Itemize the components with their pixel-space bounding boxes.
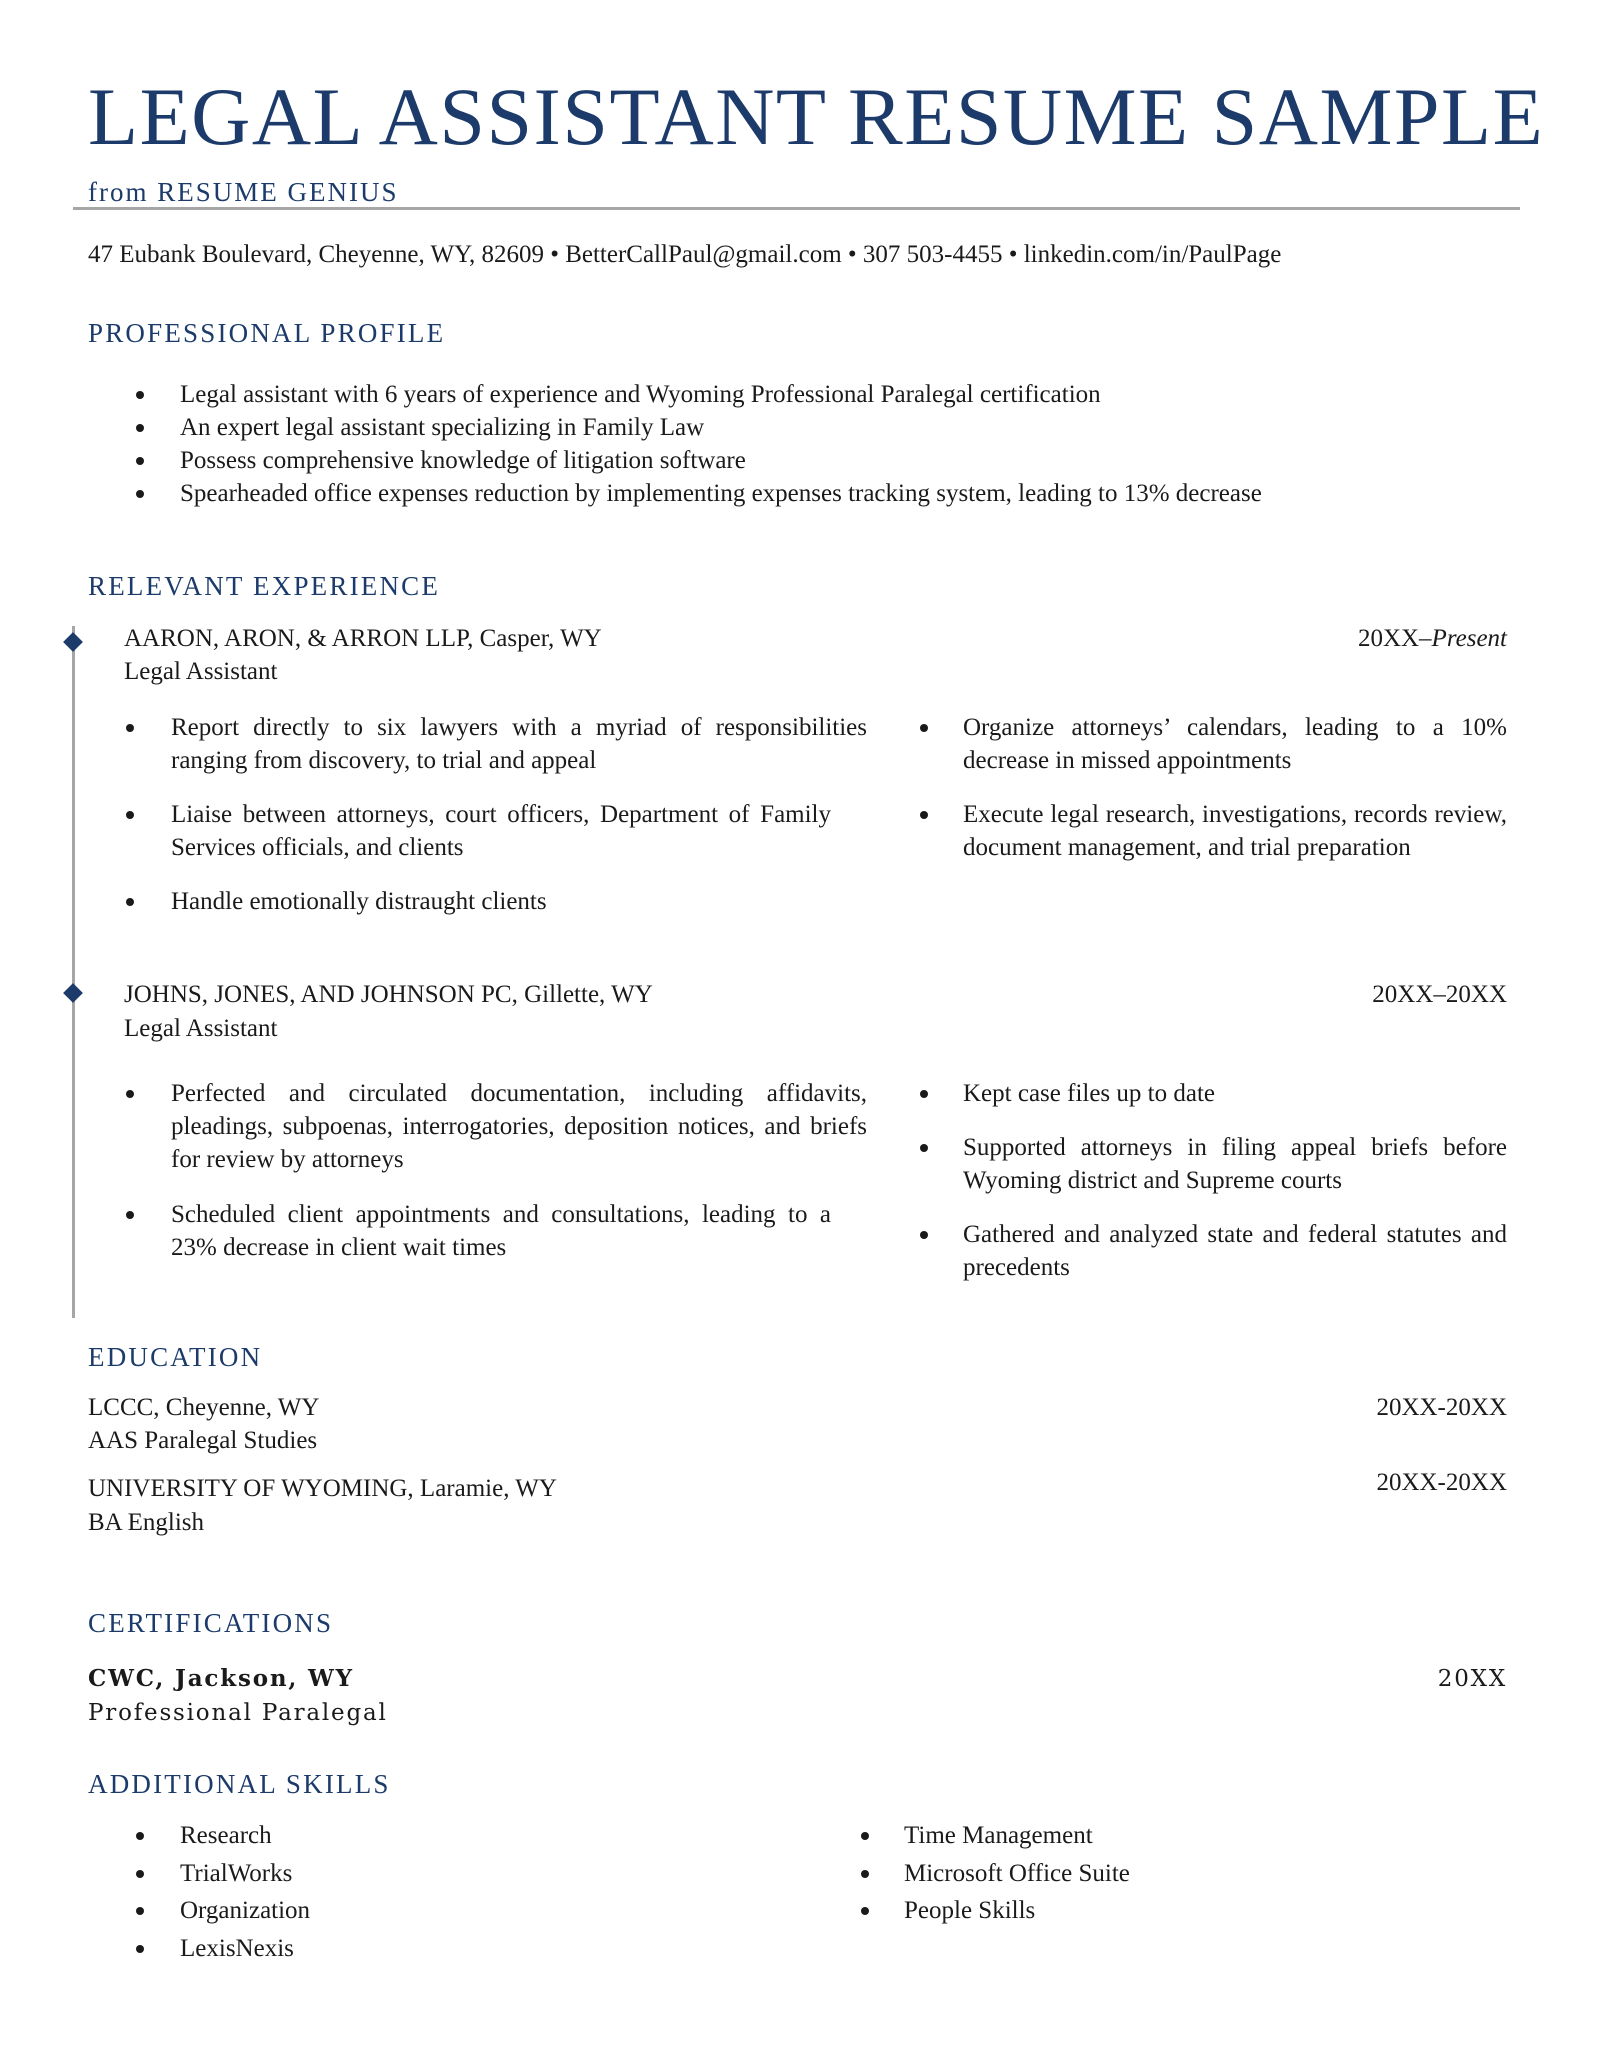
profile-item-text: Possess comprehensive knowledge of litig… bbox=[180, 447, 746, 474]
job-bullet: Liaise between attorneys, court officers… bbox=[171, 801, 831, 861]
job-bullet: Kept case files up to date bbox=[963, 1080, 1215, 1107]
section-heading-experience: RELEVANT EXPERIENCE bbox=[88, 571, 441, 601]
bullet-icon bbox=[126, 1090, 134, 1098]
section-heading-certifications: CERTIFICATIONS bbox=[88, 1608, 334, 1638]
profile-item-text: Spearheaded office expenses reduction by… bbox=[180, 480, 1262, 507]
job-bullet: Handle emotionally distraught clients bbox=[171, 888, 547, 915]
job-role: Legal Assistant bbox=[124, 1015, 278, 1042]
bullet-icon bbox=[136, 391, 144, 399]
skill-item: TrialWorks bbox=[180, 1860, 293, 1887]
bullet-icon bbox=[920, 1144, 928, 1152]
education-date: 20XX-20XX bbox=[1376, 1469, 1507, 1496]
bullet-icon bbox=[136, 1870, 144, 1878]
bullet-icon bbox=[861, 1870, 869, 1878]
skill-item: Microsoft Office Suite bbox=[904, 1860, 1130, 1887]
job-employer: AARON, ARON, & ARRON LLP, Casper, WY bbox=[124, 625, 602, 652]
bullet-icon bbox=[136, 1907, 144, 1915]
job-bullet: Supported attorneys in filing appeal bri… bbox=[963, 1134, 1507, 1194]
profile-item-text: An expert legal assistant specializing i… bbox=[180, 414, 705, 441]
job-bullet: Organize attorneys’ calendars, leading t… bbox=[963, 714, 1507, 774]
contact-line: 47 Eubank Boulevard, Cheyenne, WY, 82609… bbox=[88, 241, 1282, 268]
bullet-icon bbox=[126, 1211, 134, 1219]
job-bullet: Report directly to six lawyers with a my… bbox=[171, 714, 867, 774]
bullet-icon bbox=[136, 1945, 144, 1953]
education-school: UNIVERSITY OF WYOMING, Laramie, WY bbox=[88, 1475, 557, 1502]
bullet-icon bbox=[136, 424, 144, 432]
profile-item-text: Legal assistant with 6 years of experien… bbox=[180, 381, 1101, 408]
job-bullet: Execute legal research, investigations, … bbox=[963, 801, 1507, 861]
job-bullet: Gathered and analyzed state and federal … bbox=[963, 1221, 1507, 1281]
bullet-icon bbox=[861, 1907, 869, 1915]
bullet-icon bbox=[920, 724, 928, 732]
bullet-icon bbox=[126, 811, 134, 819]
job-date-start: 20XX– bbox=[1357, 625, 1432, 652]
bullet-icon bbox=[136, 1832, 144, 1840]
bullet-icon bbox=[136, 490, 144, 498]
bullet-icon bbox=[126, 898, 134, 906]
header-divider bbox=[73, 207, 1520, 210]
skill-item: Organization bbox=[180, 1897, 311, 1924]
certification-date: 20XX bbox=[1437, 1666, 1507, 1692]
job-date: 20XX–20XX bbox=[1372, 981, 1507, 1008]
bullet-icon bbox=[126, 724, 134, 732]
section-heading-education: EDUCATION bbox=[88, 1342, 263, 1372]
job-role: Legal Assistant bbox=[124, 658, 278, 685]
bullet-icon bbox=[920, 1090, 928, 1098]
skill-item: Research bbox=[180, 1822, 272, 1849]
section-heading-profile: PROFESSIONAL PROFILE bbox=[88, 318, 446, 348]
certification-title: Professional Paralegal bbox=[88, 1700, 388, 1726]
education-school: LCCC, Cheyenne, WY bbox=[88, 1394, 320, 1421]
education-degree: BA English bbox=[88, 1509, 204, 1536]
skill-item: LexisNexis bbox=[180, 1935, 294, 1962]
resume-title: LEGAL ASSISTANT RESUME SAMPLE bbox=[88, 71, 1545, 162]
bullet-icon bbox=[136, 457, 144, 465]
timeline-diamond-icon bbox=[63, 632, 83, 652]
certification-name: CWC, Jackson, WY bbox=[88, 1665, 354, 1692]
timeline-diamond-icon bbox=[63, 983, 83, 1003]
resume-subtitle: from RESUME GENIUS bbox=[88, 177, 399, 207]
education-date: 20XX-20XX bbox=[1376, 1394, 1507, 1421]
education-degree: AAS Paralegal Studies bbox=[88, 1427, 318, 1454]
bullet-icon bbox=[861, 1832, 869, 1840]
job-bullet: Scheduled client appointments and consul… bbox=[171, 1201, 831, 1261]
experience-timeline-line bbox=[72, 626, 75, 1318]
section-heading-skills: ADDITIONAL SKILLS bbox=[88, 1769, 391, 1799]
job-date-end: Present bbox=[1431, 625, 1507, 652]
bullet-icon bbox=[920, 1231, 928, 1239]
skill-item: Time Management bbox=[904, 1822, 1093, 1849]
skill-item: People Skills bbox=[904, 1897, 1036, 1924]
job-employer: JOHNS, JONES, AND JOHNSON PC, Gillette, … bbox=[124, 981, 653, 1008]
job-bullet: Perfected and circulated documentation, … bbox=[171, 1080, 867, 1173]
bullet-icon bbox=[920, 811, 928, 819]
job-date: 20XX–Present bbox=[1358, 624, 1507, 654]
